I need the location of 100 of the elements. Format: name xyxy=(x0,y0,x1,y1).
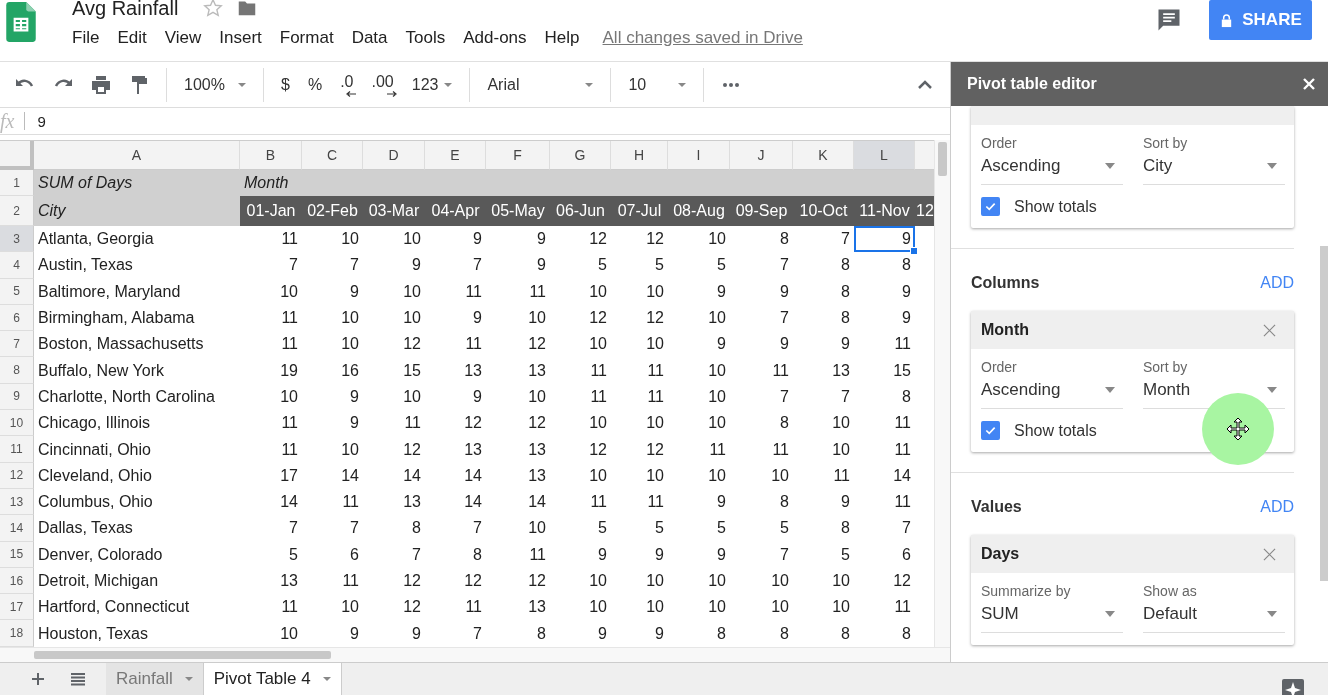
table-cell-text: 13 xyxy=(527,439,547,460)
add-link[interactable]: ADD xyxy=(1260,498,1294,516)
document-title[interactable]: Avg Rainfall xyxy=(72,0,179,18)
font-size-dropdown[interactable]: 10 xyxy=(619,75,696,94)
menu-item[interactable]: Format xyxy=(270,26,343,50)
row-number[interactable]: 3 xyxy=(0,226,34,253)
table-cell-text: Month xyxy=(243,173,290,193)
table-cell-text: 11 xyxy=(771,360,790,381)
row-number[interactable]: 2 xyxy=(0,196,34,226)
table-cell-text: 5 xyxy=(716,518,727,539)
table-cell-text: 8 xyxy=(472,544,483,565)
dropdown-field[interactable]: SUM xyxy=(981,599,1123,633)
row-number[interactable]: 7 xyxy=(0,331,34,358)
star-icon[interactable] xyxy=(202,0,225,19)
table-cell-text: 12 xyxy=(463,413,483,434)
table-cell-text: Dallas, Texas xyxy=(37,518,134,539)
horizontal-scrollbar[interactable] xyxy=(0,647,950,662)
table-cell-text: 12 xyxy=(645,439,665,460)
menu-item[interactable]: File xyxy=(72,26,109,50)
row-number[interactable]: 16 xyxy=(0,567,34,595)
add-sheet-icon[interactable] xyxy=(30,671,46,687)
menu-item[interactable]: Tools xyxy=(396,26,455,50)
row-number[interactable]: 6 xyxy=(0,304,34,332)
left-arrow-icon xyxy=(346,90,357,97)
table-cell-text: 12 xyxy=(588,229,608,250)
sheet-tab[interactable]: Pivot Table 4 xyxy=(203,663,342,695)
row-number[interactable]: 17 xyxy=(0,594,34,621)
column-header[interactable]: L xyxy=(854,141,915,170)
explore-icon[interactable] xyxy=(1282,679,1304,695)
dropdown-field[interactable]: Ascending xyxy=(981,375,1123,409)
table-cell-text: 10 xyxy=(527,518,547,539)
decrease-decimals-button[interactable]: .0 xyxy=(331,72,363,97)
sheet-list-icon[interactable] xyxy=(70,671,86,687)
dropdown-field[interactable]: Default xyxy=(1143,599,1285,633)
table-cell-text: 5 xyxy=(654,255,665,276)
close-icon[interactable] xyxy=(1302,77,1316,91)
row-number[interactable]: 11 xyxy=(0,436,34,463)
table-cell-text: 5 xyxy=(288,544,299,565)
currency-format-button[interactable]: $ xyxy=(272,75,299,94)
more-formats-dropdown[interactable]: 123 xyxy=(402,75,462,94)
font-dropdown[interactable]: Arial xyxy=(478,75,603,94)
sheet-tab[interactable]: Rainfall xyxy=(106,663,204,695)
zoom-dropdown[interactable]: 100% xyxy=(175,75,255,94)
table-cell-text: 10 xyxy=(645,413,665,434)
row-number[interactable]: 14 xyxy=(0,515,34,542)
row-number[interactable]: 8 xyxy=(0,357,34,384)
checkbox[interactable] xyxy=(981,421,1000,440)
table-cell-text: 9 xyxy=(901,281,912,302)
table-cell-text: 5 xyxy=(597,255,608,276)
save-status-link[interactable]: All changes saved in Drive xyxy=(602,28,803,48)
table-cell-text: 10 xyxy=(527,308,547,329)
table-cell-text: 13 xyxy=(527,597,547,618)
row-number[interactable]: 12 xyxy=(0,462,34,489)
dropdown-field[interactable]: City xyxy=(1143,151,1285,185)
dropdown-field[interactable]: Ascending xyxy=(981,151,1123,185)
percent-format-button[interactable]: % xyxy=(298,75,332,94)
table-cell-text: 10 xyxy=(707,465,727,486)
table-cell-text: 12 xyxy=(527,413,547,434)
field-label: Summarize by xyxy=(981,583,1072,599)
table-cell-text: 8 xyxy=(779,229,790,250)
table-cell-text: 10 xyxy=(707,571,727,591)
table-cell-text: 10 xyxy=(402,229,422,250)
checkbox[interactable] xyxy=(981,197,1000,216)
table-cell-text: 9 xyxy=(472,308,483,329)
row-number[interactable]: 18 xyxy=(0,620,34,647)
add-link[interactable]: ADD xyxy=(1260,274,1294,292)
panel-scrollbar[interactable] xyxy=(1320,246,1328,581)
menu-item[interactable]: Edit xyxy=(108,26,156,50)
formula-field[interactable]: 9 xyxy=(37,112,950,130)
row-number[interactable]: 1 xyxy=(0,170,34,196)
row-number[interactable]: 15 xyxy=(0,541,34,568)
table-cell-text: 10 xyxy=(831,571,851,591)
vertical-scrollbar[interactable] xyxy=(934,140,950,647)
row-number[interactable]: 9 xyxy=(0,383,34,411)
table-cell-text: 5 xyxy=(597,518,608,539)
selected-cell[interactable]: 9 xyxy=(854,226,915,253)
table-cell-text: 10 xyxy=(402,281,422,302)
menu-item[interactable]: Data xyxy=(342,26,397,50)
table-cell-text: 13 xyxy=(527,360,547,381)
row-number[interactable]: 10 xyxy=(0,410,34,437)
remove-icon[interactable] xyxy=(1263,547,1276,561)
increase-decimals-button[interactable]: .00 xyxy=(362,72,403,97)
checkbox-label[interactable]: Show totals xyxy=(1014,197,1097,216)
table-cell-text: Birmingham, Alabama xyxy=(37,308,196,329)
menu-item[interactable]: View xyxy=(155,26,211,50)
row-number[interactable]: 5 xyxy=(0,278,34,305)
menu-item[interactable]: Add-ons xyxy=(454,26,536,50)
table-cell-text: 9 xyxy=(901,308,912,329)
row-number[interactable]: 13 xyxy=(0,488,34,516)
table-cell-text: 8 xyxy=(901,623,912,644)
checkbox-label[interactable]: Show totals xyxy=(1014,421,1097,440)
table-cell-text: 11 xyxy=(589,386,608,407)
table-cell-text: 12 xyxy=(527,571,547,591)
table-cell-text: 10 xyxy=(707,597,727,618)
sheets-logo-icon[interactable] xyxy=(6,2,36,42)
menu-item[interactable]: Insert xyxy=(210,26,271,50)
row-number[interactable]: 4 xyxy=(0,252,34,279)
menu-item[interactable]: Help xyxy=(535,26,589,50)
share-button[interactable]: SHARE xyxy=(1209,0,1312,40)
remove-icon[interactable] xyxy=(1263,323,1276,337)
